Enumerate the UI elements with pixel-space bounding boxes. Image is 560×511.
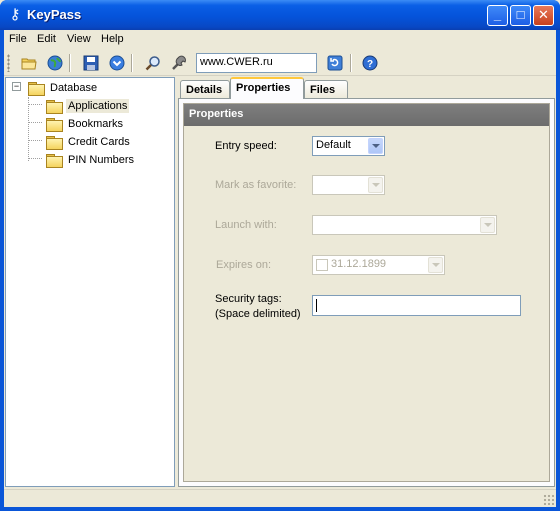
folder-icon <box>46 136 63 150</box>
security-tags-label: Security tags: <box>215 293 282 305</box>
tools-icon[interactable] <box>169 53 189 73</box>
chevron-down-icon[interactable] <box>368 177 383 193</box>
tab-files[interactable]: Files <box>304 80 348 99</box>
favorite-select[interactable] <box>312 175 385 195</box>
client-area: File Edit View Help www.CWER.ru ? − Data… <box>4 30 556 507</box>
folder-icon <box>46 154 63 168</box>
tree-connector <box>28 97 29 161</box>
menu-edit[interactable]: Edit <box>37 33 56 45</box>
section-header: Properties <box>184 104 549 126</box>
open-folder-icon[interactable] <box>19 53 39 73</box>
toolbar-separator <box>131 54 133 72</box>
svg-text:?: ? <box>367 59 373 70</box>
save-icon[interactable] <box>81 53 101 73</box>
tab-strip: Details Properties Files <box>178 77 555 99</box>
globe-icon[interactable] <box>45 53 65 73</box>
tree-item-credit-cards[interactable]: Credit Cards <box>46 134 132 150</box>
security-tags-input[interactable] <box>312 295 521 316</box>
tree-connector <box>28 122 42 123</box>
menu-file[interactable]: File <box>9 33 27 45</box>
minimize-button[interactable]: _ <box>487 5 508 26</box>
key-icon: ⚷ <box>9 6 21 23</box>
menu-view[interactable]: View <box>67 33 91 45</box>
expires-label: Expires on: <box>216 259 272 271</box>
entry-speed-select[interactable]: Default <box>312 136 385 156</box>
download-icon[interactable] <box>107 53 127 73</box>
chevron-down-icon[interactable] <box>368 138 383 154</box>
refresh-icon[interactable] <box>325 53 345 73</box>
tree-item-pin-numbers[interactable]: PIN Numbers <box>46 152 136 168</box>
entry-speed-value: Default <box>316 139 351 151</box>
resize-grip-icon[interactable] <box>543 494 554 505</box>
tree-item-label: Credit Cards <box>68 136 130 148</box>
chevron-down-icon[interactable] <box>480 217 495 233</box>
folder-icon <box>46 118 63 132</box>
launch-with-select[interactable] <box>312 215 497 235</box>
toolbar-separator <box>69 54 71 72</box>
database-tree[interactable]: − Database Applications Bookmarks Credit… <box>5 77 175 487</box>
tree-item-label: Applications <box>66 99 130 113</box>
expires-date-picker[interactable]: 31.12.1899 <box>312 255 445 275</box>
help-icon[interactable]: ? <box>360 53 380 73</box>
status-bar <box>4 489 556 507</box>
collapse-toggle[interactable]: − <box>12 82 21 91</box>
folder-icon <box>28 82 45 96</box>
maximize-button[interactable]: □ <box>510 5 531 26</box>
menu-bar: File Edit View Help <box>4 30 556 49</box>
toolbar-separator <box>350 54 352 72</box>
menu-help[interactable]: Help <box>101 33 124 45</box>
tree-connector <box>28 140 42 141</box>
folder-icon <box>46 100 63 114</box>
close-button[interactable]: ✕ <box>533 5 554 26</box>
tree-item-label: PIN Numbers <box>68 154 135 166</box>
app-window: ⚷ KeyPass _ □ ✕ File Edit View Help www.… <box>0 0 560 511</box>
security-tags-hint: (Space delimited) <box>215 308 301 320</box>
window-title: KeyPass <box>27 7 82 22</box>
tab-details[interactable]: Details <box>180 80 230 99</box>
tree-item-database[interactable]: Database <box>28 80 99 96</box>
tree-connector <box>28 104 42 105</box>
tree-item-applications[interactable]: Applications <box>46 98 130 114</box>
title-bar[interactable]: ⚷ KeyPass _ □ ✕ <box>0 0 560 30</box>
tree-item-bookmarks[interactable]: Bookmarks <box>46 116 125 132</box>
url-input[interactable]: www.CWER.ru <box>196 53 317 73</box>
toolbar-grip[interactable] <box>7 54 10 72</box>
text-caret <box>316 299 317 312</box>
properties-page: Properties Entry speed: Default Mark as … <box>178 98 555 487</box>
favorite-label: Mark as favorite: <box>215 179 297 191</box>
search-icon[interactable] <box>143 53 163 73</box>
tree-item-label: Bookmarks <box>68 118 124 130</box>
toolbar: www.CWER.ru ? <box>4 50 556 76</box>
chevron-down-icon[interactable] <box>428 257 443 273</box>
tree-item-label: Database <box>50 82 98 94</box>
tree-connector <box>28 158 42 159</box>
entry-panel: Details Properties Files Properties Entr… <box>178 77 555 487</box>
properties-content: Properties Entry speed: Default Mark as … <box>183 103 550 482</box>
tab-properties[interactable]: Properties <box>230 77 304 99</box>
launch-with-label: Launch with: <box>215 219 277 231</box>
expires-value: 31.12.1899 <box>331 258 387 270</box>
expires-checkbox[interactable] <box>316 259 328 271</box>
entry-speed-label: Entry speed: <box>215 140 277 152</box>
